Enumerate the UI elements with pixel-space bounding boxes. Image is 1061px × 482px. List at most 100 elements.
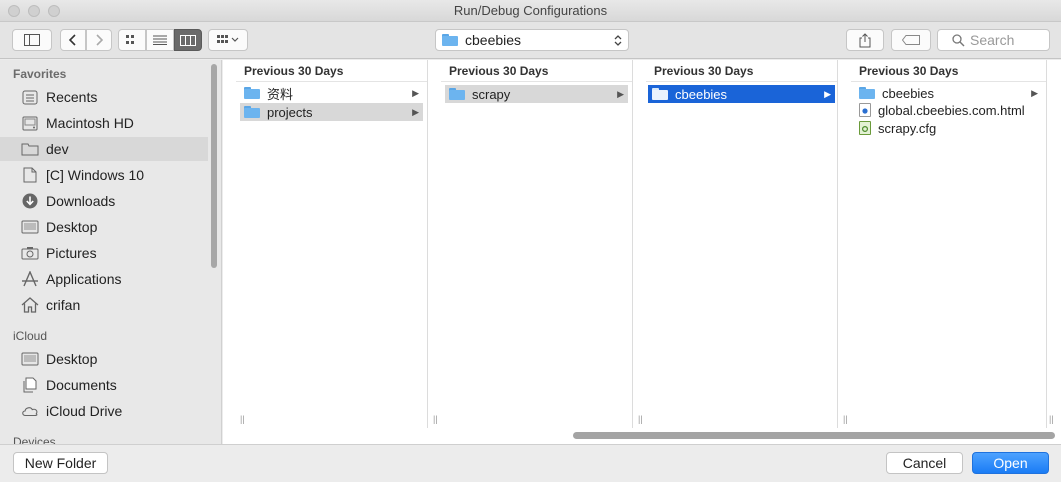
column-3: Previous 30 Days cbeebies ▶ || (638, 60, 838, 428)
title-bar: Run/Debug Configurations (0, 0, 1061, 22)
list-item[interactable]: global.cbeebies.com.html (855, 101, 1042, 119)
column-resize-handle[interactable]: || (433, 414, 438, 424)
column-browser: Previous 30 Days 资料 ▶ projects ▶ || Prev… (223, 60, 1061, 444)
column-1: Previous 30 Days 资料 ▶ projects ▶ || (236, 60, 428, 428)
column-2: Previous 30 Days scrapy ▶ || (433, 60, 633, 428)
sidebar-item-icloud-drive[interactable]: iCloud Drive (0, 399, 208, 423)
document-icon (21, 167, 39, 183)
icloud-header: iCloud (13, 329, 48, 343)
tags-button[interactable] (891, 29, 931, 51)
item-label: cbeebies (882, 85, 935, 101)
disclosure-arrow-icon: ▶ (824, 88, 831, 99)
item-label: projects (267, 104, 313, 120)
item-label: 资料 (267, 86, 294, 102)
toggle-sidebar-button[interactable] (12, 29, 52, 51)
sidebar: Favorites Recents Macintosh HD dev [C] W… (0, 60, 222, 444)
forward-button[interactable] (86, 29, 112, 51)
sidebar-item-label: [C] Windows 10 (46, 167, 145, 183)
sidebar-item-applications[interactable]: Applications (0, 267, 208, 291)
column-header: Previous 30 Days (449, 64, 549, 78)
sidebar-item-label: Downloads (46, 193, 116, 209)
updown-chevron-icon (614, 35, 622, 46)
documents-icon (21, 377, 39, 393)
sidebar-item-label: Macintosh HD (46, 115, 134, 131)
list-view-button[interactable] (146, 29, 174, 51)
toolbar: cbeebies Search (0, 22, 1061, 59)
list-item[interactable]: cbeebies ▶ (855, 84, 1042, 102)
desktop-icon (21, 351, 39, 367)
column-header: Previous 30 Days (859, 64, 959, 78)
list-item[interactable]: 资料 ▶ (240, 84, 423, 102)
folder-icon (442, 34, 458, 46)
new-folder-button[interactable]: New Folder (13, 452, 108, 474)
tag-icon (902, 35, 920, 45)
path-popup[interactable]: cbeebies (435, 29, 629, 51)
sidebar-item-pictures[interactable]: Pictures (0, 241, 208, 265)
sidebar-item-crifan[interactable]: crifan (0, 293, 208, 317)
share-button[interactable] (846, 29, 884, 51)
folder-icon (859, 87, 875, 99)
close-window-button[interactable] (8, 5, 20, 17)
back-button[interactable] (60, 29, 86, 51)
sidebar-item-icloud-desktop[interactable]: Desktop (0, 347, 208, 371)
sidebar-item-dev[interactable]: dev (0, 137, 208, 161)
column-header: Previous 30 Days (244, 64, 344, 78)
folder-icon (449, 88, 465, 100)
column-4: Previous 30 Days cbeebies ▶ global.cbeeb… (843, 60, 1054, 428)
devices-header: Devices (13, 435, 56, 444)
column-resize-handle[interactable]: || (1049, 414, 1054, 424)
icon-view-button[interactable] (118, 29, 146, 51)
arrange-menu-button[interactable] (208, 29, 248, 51)
disclosure-arrow-icon: ▶ (412, 87, 419, 98)
cancel-button[interactable]: Cancel (886, 452, 963, 474)
column-view-button[interactable] (174, 29, 202, 51)
sidebar-item-macintosh-hd[interactable]: Macintosh HD (0, 111, 208, 135)
sidebar-item-desktop[interactable]: Desktop (0, 215, 208, 239)
search-placeholder: Search (970, 32, 1015, 48)
sidebar-item-downloads[interactable]: Downloads (0, 189, 208, 213)
sidebar-item-recents[interactable]: Recents (0, 85, 208, 109)
sidebar-item-label: Desktop (46, 219, 98, 235)
sidebar-item-label: crifan (46, 297, 81, 313)
folder-icon (652, 88, 668, 100)
list-item[interactable]: projects ▶ (240, 103, 423, 121)
column-resize-handle[interactable]: || (843, 414, 848, 424)
column-resize-handle[interactable]: || (240, 414, 245, 424)
chevron-left-icon (69, 34, 76, 46)
open-button[interactable]: Open (972, 452, 1049, 474)
sidebar-item-documents[interactable]: Documents (0, 373, 208, 397)
cloud-icon (21, 403, 39, 419)
sidebar-item-label: iCloud Drive (46, 403, 123, 419)
list-item[interactable]: scrapy ▶ (445, 85, 628, 103)
folder-icon (244, 87, 260, 99)
sidebar-icon (24, 34, 40, 46)
column-resize-handle[interactable]: || (638, 414, 643, 424)
disclosure-arrow-icon: ▶ (412, 106, 419, 117)
item-label: scrapy (472, 86, 511, 102)
arrange-icon (217, 35, 239, 43)
item-label: cbeebies (675, 86, 728, 102)
disclosure-arrow-icon: ▶ (617, 88, 624, 99)
sidebar-item-windows[interactable]: [C] Windows 10 (0, 163, 208, 187)
minimize-window-button[interactable] (28, 5, 40, 17)
sidebar-scrollbar[interactable] (211, 64, 217, 268)
chevron-right-icon (96, 34, 103, 46)
search-field[interactable]: Search (937, 29, 1050, 51)
sidebar-item-label: dev (46, 141, 69, 157)
sidebar-item-label: Recents (46, 89, 98, 105)
folder-icon (244, 106, 260, 118)
bottom-bar: New Folder Cancel Open (0, 444, 1061, 482)
horizontal-scrollbar[interactable] (573, 432, 1055, 439)
zoom-window-button[interactable] (48, 5, 60, 17)
camera-icon (21, 245, 39, 261)
cfg-file-icon (859, 121, 871, 135)
list-icon (153, 35, 167, 45)
list-item[interactable]: scrapy.cfg (855, 119, 1042, 137)
item-label: global.cbeebies.com.html (878, 102, 1025, 118)
home-icon (21, 297, 39, 313)
share-icon (859, 32, 871, 47)
sidebar-item-label: Pictures (46, 245, 97, 261)
list-item[interactable]: cbeebies ▶ (648, 85, 835, 103)
sidebar-item-label: Desktop (46, 351, 98, 367)
search-icon (952, 33, 965, 46)
